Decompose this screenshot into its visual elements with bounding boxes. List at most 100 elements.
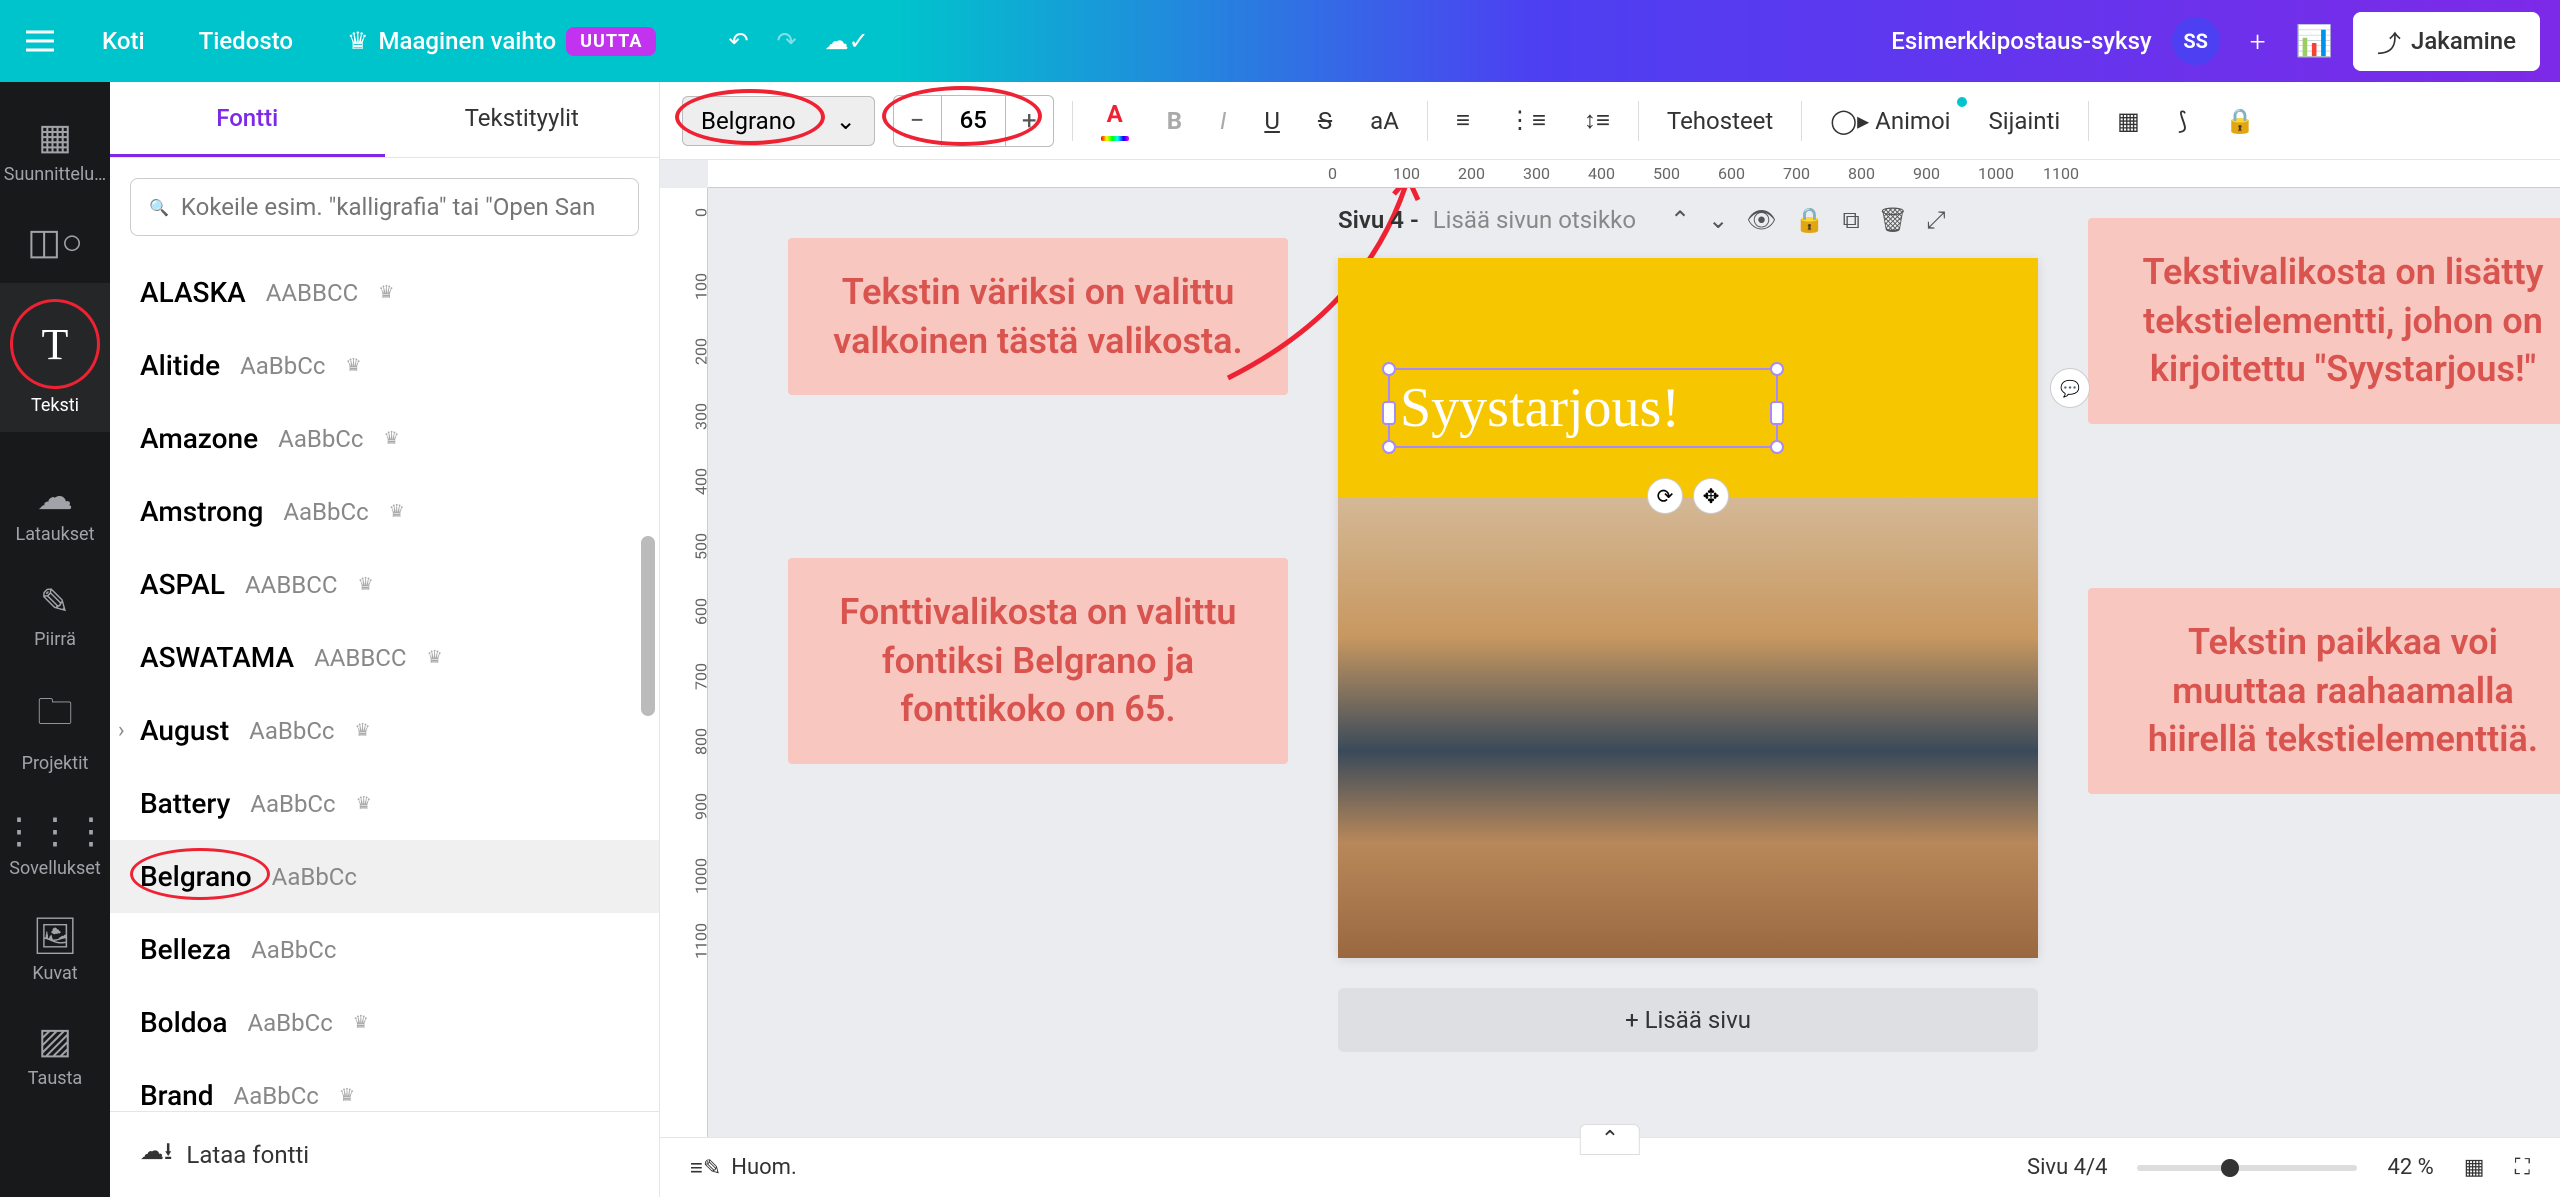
spacing-button[interactable]: ↕≡ bbox=[1574, 100, 1620, 141]
align-button[interactable]: ≡ bbox=[1446, 100, 1480, 141]
rail-projects-label: Projektit bbox=[22, 753, 89, 774]
expand-icon[interactable]: ⤢ bbox=[1926, 206, 1945, 234]
font-item-belleza[interactable]: BellezaAaBbCc bbox=[110, 913, 659, 986]
font-name-label: August bbox=[140, 714, 229, 747]
font-family-select[interactable]: Belgrano ⌄ bbox=[682, 96, 875, 146]
font-list[interactable]: ALASKAAABBCC♛AlitideAaBbCc♛AmazoneAaBbCc… bbox=[110, 256, 659, 1111]
resize-handle[interactable] bbox=[1770, 362, 1784, 376]
load-font-button[interactable]: ☁⭳ Lataa fontti bbox=[110, 1111, 659, 1197]
underline-button[interactable]: U bbox=[1254, 101, 1290, 141]
resize-handle[interactable] bbox=[1382, 440, 1396, 454]
rail-apps[interactable]: ⋮⋮⋮Sovellukset bbox=[0, 794, 110, 895]
fullscreen-icon[interactable]: ⛶ bbox=[2515, 1155, 2530, 1180]
rail-images[interactable]: 🖼Kuvat bbox=[0, 899, 110, 1000]
chevron-down-icon[interactable]: ⌄ bbox=[1708, 206, 1728, 234]
font-item-amstrong[interactable]: AmstrongAaBbCc♛ bbox=[110, 475, 659, 548]
notes-button[interactable]: ≡✎Huom. bbox=[690, 1155, 797, 1181]
rail-draw[interactable]: ✎Piirrä bbox=[0, 565, 110, 666]
rail-elements[interactable]: ◫○ bbox=[0, 205, 110, 279]
analytics-icon[interactable]: 📊 bbox=[2296, 24, 2333, 59]
footer-expand-caret[interactable]: ⌃ bbox=[1580, 1124, 1640, 1155]
text-element[interactable]: Syystarjous! bbox=[1388, 368, 1778, 448]
crown-icon: ♛ bbox=[345, 355, 361, 376]
font-size-decrease[interactable]: − bbox=[894, 96, 941, 146]
share-button[interactable]: ⤴ Jakamine bbox=[2353, 12, 2540, 71]
nav-file[interactable]: Tiedosto bbox=[187, 19, 305, 63]
trash-icon[interactable]: 🗑 bbox=[1878, 206, 1908, 234]
zoom-slider[interactable] bbox=[2137, 1165, 2357, 1171]
undo-icon[interactable]: ↶ bbox=[728, 27, 748, 55]
chevron-up-icon[interactable]: ⌃ bbox=[1670, 206, 1690, 234]
tab-font[interactable]: Fontti bbox=[110, 82, 385, 157]
rotate-button[interactable]: ⟳ bbox=[1647, 478, 1683, 514]
position-button[interactable]: Sijainti bbox=[1979, 101, 2071, 141]
font-search[interactable]: 🔍 bbox=[130, 178, 639, 236]
hamburger-menu[interactable] bbox=[20, 21, 60, 61]
font-item-amazone[interactable]: AmazoneAaBbCc♛ bbox=[110, 402, 659, 475]
font-item-brand[interactable]: BrandAaBbCc♛ bbox=[110, 1059, 659, 1111]
strikethrough-button[interactable]: S bbox=[1308, 101, 1342, 141]
nav-magic-switch[interactable]: ♛ Maaginen vaihto UUTTA bbox=[335, 19, 668, 64]
font-panel: Fontti Tekstityylit 🔍 ALASKAAABBCC♛Aliti… bbox=[110, 82, 660, 1197]
effects-button[interactable]: Tehosteet bbox=[1657, 101, 1783, 141]
copy-style-button[interactable]: ⟆ bbox=[2168, 101, 2197, 141]
rail-design[interactable]: ▦Suunnittelu… bbox=[0, 100, 110, 201]
lock-icon[interactable]: 🔒 bbox=[1795, 206, 1825, 234]
duplicate-icon[interactable]: ⧉ bbox=[1843, 206, 1860, 234]
font-item-battery[interactable]: BatteryAaBbCc♛ bbox=[110, 767, 659, 840]
font-item-belgrano[interactable]: BelgranoAaBbCc bbox=[110, 840, 659, 913]
zoom-value[interactable]: 42 % bbox=[2387, 1155, 2433, 1180]
font-item-boldoa[interactable]: BoldoaAaBbCc♛ bbox=[110, 986, 659, 1059]
font-item-alitide[interactable]: AlitideAaBbCc♛ bbox=[110, 329, 659, 402]
font-item-aswatama[interactable]: ASWATAMAAABBCC♛ bbox=[110, 621, 659, 694]
list-button[interactable]: ⋮≡ bbox=[1498, 100, 1556, 141]
rail-background[interactable]: ▨Tausta bbox=[0, 1004, 110, 1105]
tab-text-styles[interactable]: Tekstityylit bbox=[385, 82, 660, 157]
font-item-august[interactable]: ›AugustAaBbCc♛ bbox=[110, 694, 659, 767]
animate-button[interactable]: ◯▸Animoi bbox=[1820, 101, 1960, 141]
rail-design-label: Suunnittelu… bbox=[4, 164, 106, 185]
text-case-button[interactable]: aA bbox=[1360, 101, 1409, 141]
move-button[interactable]: ✥ bbox=[1693, 478, 1729, 514]
add-collaborator-icon[interactable]: + bbox=[2240, 17, 2276, 65]
grid-view-icon[interactable]: ▦ bbox=[2464, 1155, 2485, 1180]
font-size-value[interactable]: 65 bbox=[941, 96, 1006, 146]
lock-button[interactable]: 🔒 bbox=[2215, 101, 2265, 141]
resize-handle[interactable] bbox=[1382, 401, 1396, 425]
annotation-box: Tekstin paikkaa voi muuttaa raahaamalla … bbox=[2088, 588, 2560, 794]
font-sample: AABBCC bbox=[245, 571, 337, 599]
zoom-thumb[interactable] bbox=[2221, 1159, 2239, 1177]
visibility-icon[interactable]: 👁 bbox=[1746, 206, 1776, 234]
ruler-tick: 1100 bbox=[2043, 164, 2079, 183]
redo-icon[interactable]: ↷ bbox=[777, 27, 797, 55]
text-content[interactable]: Syystarjous! bbox=[1390, 376, 1680, 440]
page-counter[interactable]: Sivu 4/4 bbox=[2027, 1155, 2107, 1180]
cloud-sync-icon[interactable]: ☁✓ bbox=[825, 27, 869, 55]
autumn-photo[interactable]: ⟳ ✥ bbox=[1338, 498, 2038, 958]
nav-home[interactable]: Koti bbox=[90, 19, 157, 63]
font-item-alaska[interactable]: ALASKAAABBCC♛ bbox=[110, 256, 659, 329]
user-avatar[interactable]: SS bbox=[2172, 17, 2220, 65]
comment-button[interactable]: 💬 bbox=[2050, 368, 2090, 408]
rail-uploads[interactable]: ☁Lataukset bbox=[0, 460, 110, 561]
rail-text[interactable]: TTeksti bbox=[0, 283, 110, 432]
transparency-button[interactable]: ▦ bbox=[2107, 101, 2150, 141]
rail-projects[interactable]: 🗀Projektit bbox=[0, 670, 110, 790]
bold-button[interactable]: B bbox=[1157, 101, 1192, 141]
canvas[interactable]: Tekstin väriksi on valittu valkoinen täs… bbox=[708, 188, 2560, 1137]
resize-handle[interactable] bbox=[1770, 401, 1784, 425]
resize-handle[interactable] bbox=[1770, 440, 1784, 454]
font-size-increase[interactable]: + bbox=[1006, 96, 1053, 146]
add-page-button[interactable]: + Lisää sivu bbox=[1338, 988, 2038, 1052]
yellow-banner[interactable]: Syystarjous! bbox=[1338, 258, 2038, 498]
document-title[interactable]: Esimerkkipostaus-syksy bbox=[1891, 27, 2151, 55]
font-search-input[interactable] bbox=[181, 193, 620, 221]
font-item-aspal[interactable]: ASPALAABBCC♛ bbox=[110, 548, 659, 621]
page-title-input[interactable]: Lisää sivun otsikko bbox=[1433, 206, 1636, 234]
resize-handle[interactable] bbox=[1382, 362, 1396, 376]
text-color-button[interactable]: A bbox=[1091, 94, 1139, 147]
italic-button[interactable]: I bbox=[1210, 101, 1236, 141]
new-badge: UUTTA bbox=[566, 27, 656, 56]
font-sample: AaBbCc bbox=[249, 717, 334, 745]
design-page[interactable]: Syystarjous! ⟳ ✥ bbox=[1338, 258, 2038, 958]
